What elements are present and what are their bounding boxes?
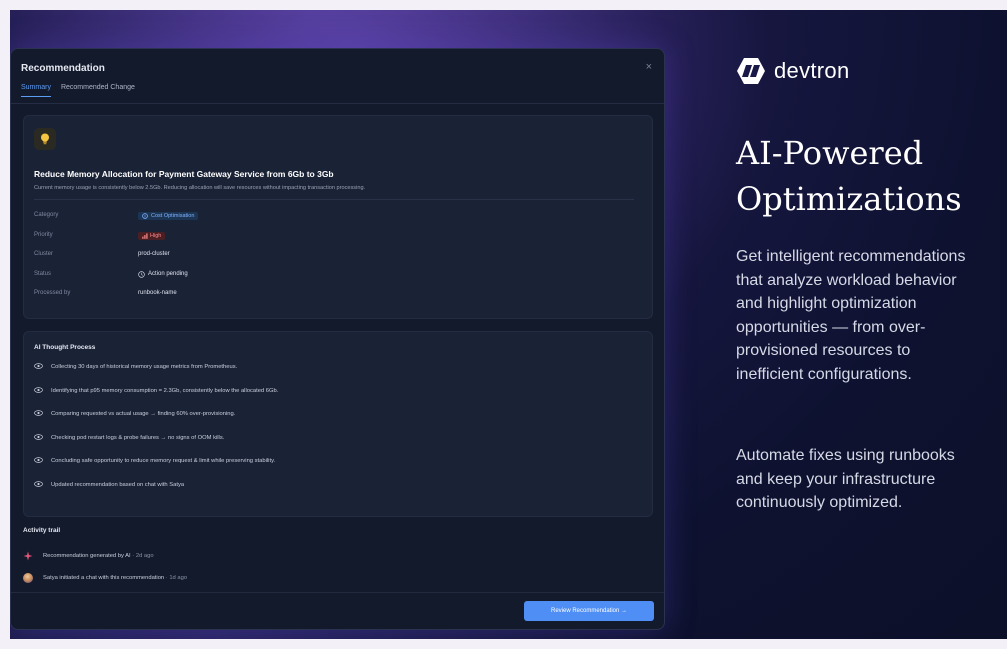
thought-text: Checking pod restart logs & probe failur…	[51, 434, 225, 441]
thought-item: Identifying that p95 memory consumption …	[34, 386, 634, 412]
thought-item: Collecting 30 days of historical memory …	[34, 363, 634, 388]
eye-icon	[34, 363, 43, 369]
eye-icon	[34, 410, 43, 416]
thought-text: Concluding safe opportunity to reduce me…	[51, 458, 276, 464]
meta-key: Processed by	[34, 290, 71, 296]
summary-card: Reduce Memory Allocation for Payment Gat…	[23, 115, 653, 319]
meta-row-category: Category Cost Optimisation	[34, 212, 634, 232]
activity-list: Recommendation generated by AI · 2d ago …	[23, 545, 623, 589]
recommendation-description: Current memory usage is consistently bel…	[34, 185, 366, 191]
thought-text: Identifying that p95 memory consumption …	[51, 387, 279, 394]
meta-row-priority: Priority High	[34, 231, 634, 252]
close-button[interactable]: ×	[646, 61, 652, 73]
eye-icon	[34, 433, 43, 440]
activity-message: Satya initiated a chat with this recomme…	[43, 575, 165, 581]
thought-item: Comparing requested vs actual usage → fi…	[34, 410, 634, 435]
priority-label: High	[150, 232, 162, 239]
thought-item: Checking pod restart logs & probe failur…	[34, 433, 634, 459]
recommendation-headline: Reduce Memory Allocation for Payment Gat…	[34, 169, 334, 179]
category-badge: Cost Optimisation	[138, 212, 199, 220]
meta-row-processed-by: Processed by runbook-name	[34, 290, 634, 310]
modal-title: Recommendation	[21, 63, 105, 74]
meta-row-status: Status Action pending	[34, 271, 634, 291]
thought-item: Concluding safe opportunity to reduce me…	[34, 457, 634, 482]
thought-text: Comparing requested vs actual usage → fi…	[51, 411, 236, 417]
processed-by-value: runbook-name	[138, 290, 177, 296]
activity-message: Recommendation generated by AI	[43, 553, 131, 559]
brand-name: devtron	[774, 58, 850, 83]
activity-item: Recommendation generated by AI · 2d ago	[23, 545, 623, 567]
hero-title: AI-Powered Optimizations	[736, 130, 997, 222]
recommendation-modal: Recommendation × Summary Recommended Cha…	[10, 48, 665, 630]
hero-description-secondary: Automate fixes using runbooks and keep y…	[736, 444, 997, 515]
cost-icon	[142, 213, 148, 219]
metadata-table: Category Cost Optimisation Priority High	[34, 212, 634, 310]
signal-bars-icon	[142, 232, 148, 239]
tab-recommended-change[interactable]: Recommended Change	[61, 84, 135, 97]
cluster-value: prod-cluster	[138, 251, 170, 257]
hero-line: continuously optimized.	[736, 494, 903, 511]
hero-title-line: Optimizations	[736, 180, 962, 218]
meta-key: Cluster	[34, 251, 54, 257]
clock-icon	[138, 270, 145, 278]
tab-summary[interactable]: Summary	[21, 84, 51, 97]
hero-line: provisioned resources to	[736, 342, 911, 359]
hero-line: Automate fixes using runbooks	[736, 447, 955, 464]
activity-text: Recommendation generated by AI · 2d ago	[43, 553, 154, 559]
modal-header: Recommendation × Summary Recommended Cha…	[11, 49, 664, 104]
footer-divider	[11, 592, 664, 593]
hero-line: opportunities — from over-	[736, 318, 926, 336]
activity-item: Satya initiated a chat with this recomme…	[23, 567, 623, 589]
hero-line: and keep your infrastructure	[736, 470, 936, 488]
meta-key: Status	[34, 270, 52, 277]
thought-item: Updated recommendation based on chat wit…	[34, 480, 634, 506]
thought-text: Updated recommendation based on chat wit…	[51, 481, 185, 488]
hero-description: Get intelligent recommendations that ana…	[736, 245, 997, 386]
meta-key: Priority	[34, 231, 53, 238]
lightbulb-icon	[34, 128, 56, 150]
review-recommendation-button[interactable]: Review Recommendation →	[524, 601, 654, 621]
category-label: Cost Optimisation	[151, 213, 195, 219]
hero-title-line: AI-Powered	[736, 134, 924, 172]
activity-time: · 1d ago	[165, 575, 188, 581]
devtron-logo-icon	[737, 58, 765, 84]
summary-divider	[34, 199, 634, 200]
eye-icon	[34, 386, 43, 393]
activity-trail-title: Activity trail	[23, 527, 61, 534]
promo-stage: Recommendation × Summary Recommended Cha…	[10, 10, 1007, 639]
eye-icon	[34, 480, 43, 487]
hero-line: that analyze workload behavior	[736, 271, 957, 289]
priority-badge: High	[138, 231, 166, 240]
status-label: Action pending	[148, 271, 188, 277]
activity-time: · 2d ago	[132, 553, 154, 559]
meta-value: Action pending	[138, 270, 188, 278]
hero-line: inefficient configurations.	[736, 365, 912, 383]
meta-value: High	[138, 231, 166, 240]
meta-row-cluster: Cluster prod-cluster	[34, 251, 634, 271]
brand: devtron	[736, 57, 849, 85]
hero-line: Get intelligent recommendations	[736, 248, 966, 265]
thought-list: Collecting 30 days of historical memory …	[34, 363, 634, 506]
avatar	[23, 573, 33, 583]
thought-process-title: AI Thought Process	[34, 344, 96, 351]
hero-line: and highlight optimization	[736, 295, 917, 312]
sparkle-icon	[23, 551, 33, 561]
eye-icon	[34, 457, 43, 463]
modal-tabs: Summary Recommended Change	[21, 84, 135, 97]
thought-text: Collecting 30 days of historical memory …	[51, 364, 238, 370]
activity-text: Satya initiated a chat with this recomme…	[43, 575, 187, 581]
meta-key: Category	[34, 212, 59, 218]
meta-value: Cost Optimisation	[138, 212, 199, 220]
thought-process-card: AI Thought Process Collecting 30 days of…	[23, 331, 653, 517]
